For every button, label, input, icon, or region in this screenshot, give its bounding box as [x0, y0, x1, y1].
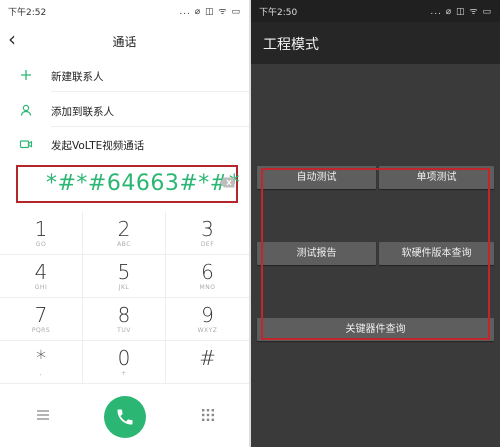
status-time: 下午2:50: [259, 8, 298, 18]
dial-keypad: 1 GO 2 ABC 3 DEF 4 GHI 5 JKL 6 MNO 7 PQRS 8 TUV …: [0, 212, 249, 387]
key-star[interactable]: *,: [0, 341, 83, 384]
key-3[interactable]: 3 DEF: [166, 212, 249, 255]
backspace-icon[interactable]: [219, 177, 235, 188]
key-8[interactable]: 8 TUV: [83, 298, 166, 341]
app-bar: 工程模式: [251, 22, 500, 64]
engineering-mode-screen: 下午2:50 ... ⌀ ◫ ᯤ ▭ 工程模式 自动测试 单项测试 测试报告 软…: [251, 0, 500, 447]
key-6[interactable]: 6 MNO: [166, 255, 249, 298]
dialer-screen: 下午2:52 ... ⌀ ◫ ᯤ ▭ ‹ 通话 新建联系人 添加到联系人 发起V…: [0, 0, 249, 447]
page-title: 通话: [112, 35, 137, 49]
new-contact-option[interactable]: 新建联系人: [0, 60, 249, 92]
option-label: 新建联系人: [51, 71, 104, 83]
status-icons: ... ⌀ ◫ ᯤ ▭: [179, 7, 241, 17]
key-5[interactable]: 5 JKL: [83, 255, 166, 298]
key-hash[interactable]: #: [166, 341, 249, 384]
page-title: 工程模式: [263, 37, 319, 53]
person-icon: [19, 103, 33, 117]
status-time: 下午2:52: [8, 8, 47, 18]
volte-video-call-option[interactable]: 发起VoLTE视频通话: [0, 129, 249, 161]
add-to-contact-option[interactable]: 添加到联系人: [0, 95, 249, 127]
call-button[interactable]: [104, 396, 146, 438]
key-0[interactable]: 0 +: [83, 341, 166, 384]
version-query-button[interactable]: 软硬件版本查询: [379, 242, 494, 265]
dialer-header: ‹ 通话: [0, 24, 249, 56]
dialed-number: *#*#64663#*#*: [46, 171, 241, 196]
keypad-grid-icon[interactable]: [202, 409, 214, 421]
key-2[interactable]: 2 ABC: [83, 212, 166, 255]
auto-test-button[interactable]: 自动测试: [257, 166, 376, 189]
key-1[interactable]: 1 GO: [0, 212, 83, 255]
plus-icon: [19, 68, 33, 82]
status-icons: ... ⌀ ◫ ᯤ ▭: [430, 7, 492, 17]
key-4[interactable]: 4 GHI: [0, 255, 83, 298]
status-bar: 下午2:50 ... ⌀ ◫ ᯤ ▭: [251, 0, 500, 22]
option-label: 添加到联系人: [51, 106, 114, 118]
option-label: 发起VoLTE视频通话: [51, 140, 145, 152]
key-component-query-button[interactable]: 关键器件查询: [257, 318, 494, 341]
test-report-button[interactable]: 测试报告: [257, 242, 376, 265]
status-bar: 下午2:52 ... ⌀ ◫ ᯤ ▭: [0, 0, 249, 22]
phone-icon: [117, 409, 133, 425]
dialer-action-bar: [0, 388, 249, 447]
dialed-number-field[interactable]: *#*#64663#*#*: [16, 165, 241, 203]
key-7[interactable]: 7 PQRS: [0, 298, 83, 341]
single-test-button[interactable]: 单项测试: [379, 166, 494, 189]
menu-icon[interactable]: [37, 410, 49, 420]
video-icon: [19, 137, 33, 151]
key-9[interactable]: 9 WXYZ: [166, 298, 249, 341]
